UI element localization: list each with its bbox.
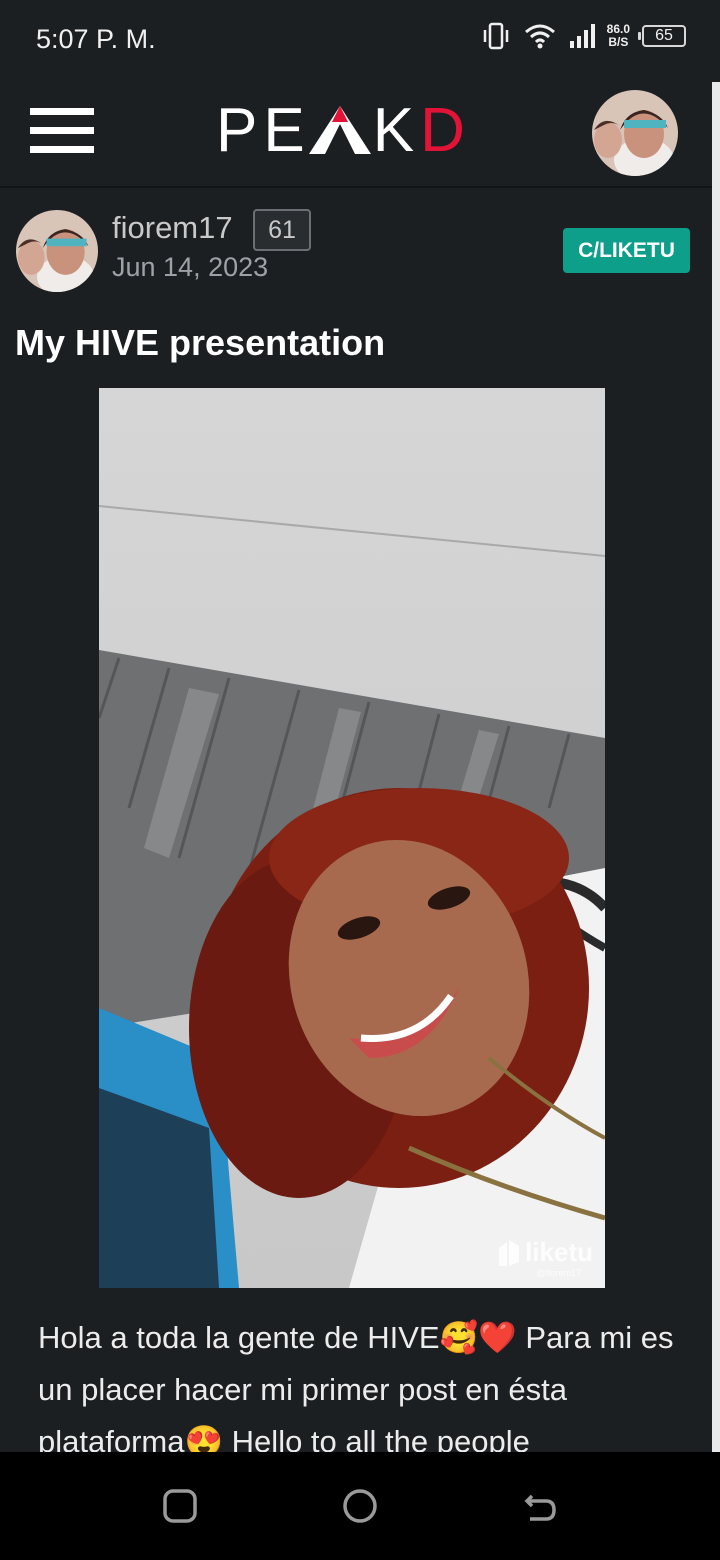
- post-title: My HIVE presentation: [15, 322, 386, 363]
- peakd-logo[interactable]: PE K D: [216, 96, 471, 165]
- post-body-text: Hola a toda la gente de HIVE🥰❤️ Para mi …: [38, 1320, 674, 1459]
- net-speed: 86.0 B/S: [607, 23, 630, 49]
- battery-level: 65: [655, 27, 673, 44]
- liketu-watermark-user: @fiorem17: [536, 1268, 581, 1278]
- wifi-icon: [524, 24, 555, 49]
- screen: 5:07 P. M. 86.0 B/S 65 PE K D fiorem17 6…: [0, 0, 720, 1560]
- logo-text-d: D: [420, 95, 471, 165]
- home-icon[interactable]: [342, 1488, 378, 1524]
- post-author-row: fiorem17 61 Jun 14, 2023 C/LIKETU: [0, 206, 720, 302]
- back-icon[interactable]: [522, 1488, 558, 1524]
- battery-icon: 65: [638, 25, 686, 47]
- logo-text-k: K: [372, 95, 421, 165]
- status-time: 5:07 P. M.: [36, 24, 156, 54]
- post-date: Jun 14, 2023: [112, 252, 269, 282]
- app-header: PE K D: [0, 80, 720, 188]
- post-image[interactable]: liketu @fiorem17: [99, 388, 605, 1288]
- liketu-watermark-text: liketu: [525, 1237, 593, 1267]
- vibrate-icon: [483, 22, 508, 50]
- scrollbar[interactable]: [712, 82, 720, 1452]
- liketu-watermark: liketu: [497, 1237, 593, 1268]
- hamburger-menu-icon[interactable]: [30, 108, 94, 156]
- user-avatar[interactable]: [592, 90, 678, 176]
- logo-text-pe: PE: [216, 95, 311, 165]
- net-speed-unit: B/S: [608, 35, 629, 49]
- recents-icon[interactable]: [162, 1488, 198, 1524]
- community-tag-button[interactable]: C/LIKETU: [563, 228, 690, 273]
- author-name-link[interactable]: fiorem17: [112, 210, 233, 246]
- status-icons: 86.0 B/S 65: [481, 22, 686, 50]
- author-avatar[interactable]: [16, 210, 98, 292]
- status-bar: 5:07 P. M. 86.0 B/S 65: [0, 0, 720, 80]
- signal-icon: [569, 24, 595, 48]
- system-nav-bar: [0, 1452, 720, 1560]
- liketu-icon: [499, 1239, 520, 1266]
- reputation-badge: 61: [253, 209, 311, 251]
- logo-a-mark: [308, 106, 371, 154]
